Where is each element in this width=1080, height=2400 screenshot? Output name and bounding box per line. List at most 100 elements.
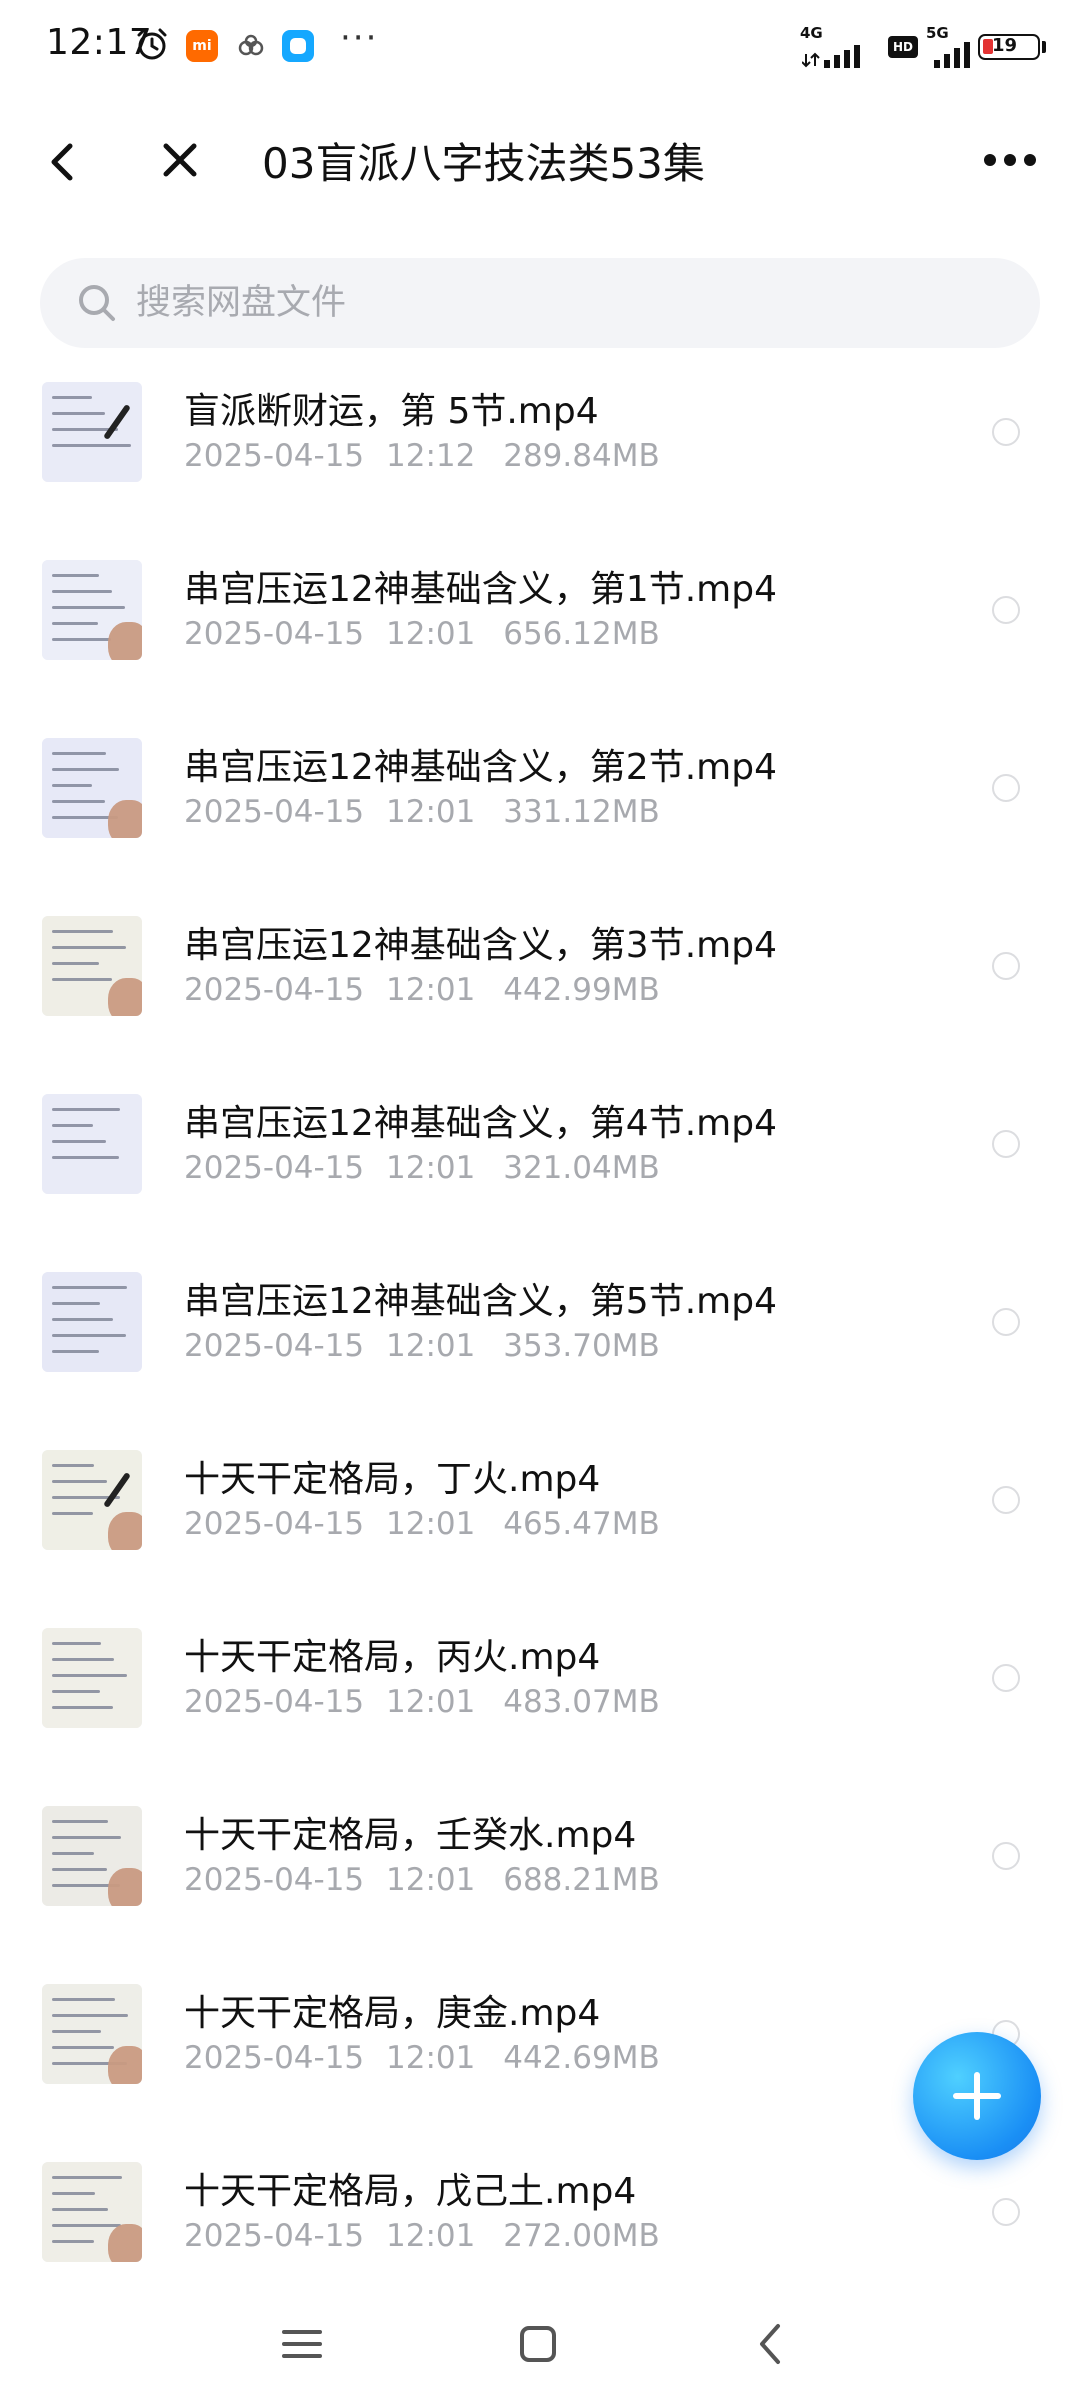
- video-thumbnail: [42, 1806, 142, 1906]
- back-chevron-icon: [760, 2324, 780, 2364]
- file-meta: 2025-04-15 12:01 656.12MB: [184, 616, 660, 652]
- menu-button[interactable]: [270, 2312, 334, 2376]
- file-size: 465.47MB: [503, 1506, 660, 1542]
- file-time: 12:01: [386, 2218, 476, 2254]
- mi-app-icon: mi: [186, 30, 218, 62]
- video-thumbnail: [42, 1094, 142, 1194]
- add-fab-button[interactable]: [913, 2032, 1041, 2160]
- file-size: 289.84MB: [503, 438, 660, 474]
- file-name: 十天干定格局，庚金.mp4: [184, 1993, 601, 2034]
- search-icon: [79, 285, 115, 321]
- close-icon: [163, 143, 197, 177]
- file-list-item[interactable]: 十天干定格局，丁火.mp4 2025-04-15 12:01 465.47MB: [0, 1438, 1080, 1616]
- file-time: 12:01: [386, 1862, 476, 1898]
- file-size: 331.12MB: [503, 794, 660, 830]
- file-size: 442.69MB: [503, 2040, 660, 2076]
- select-radio[interactable]: [992, 1308, 1020, 1336]
- file-meta: 2025-04-15 12:01 442.69MB: [184, 2040, 660, 2076]
- back-button[interactable]: [42, 134, 82, 190]
- search-bar[interactable]: [40, 258, 1040, 348]
- file-size: 353.70MB: [503, 1328, 660, 1364]
- select-radio[interactable]: [992, 774, 1020, 802]
- select-radio[interactable]: [992, 418, 1020, 446]
- header: 03盲派八字技法类53集: [0, 110, 1080, 210]
- file-time: 12:01: [386, 1150, 476, 1186]
- file-time: 12:01: [386, 616, 476, 652]
- file-time: 12:01: [386, 2040, 476, 2076]
- video-thumbnail: [42, 916, 142, 1016]
- status-indicators: 4G HD 5G 19: [800, 22, 1060, 70]
- select-radio[interactable]: [992, 1486, 1020, 1514]
- file-date: 2025-04-15: [184, 616, 365, 652]
- select-radio[interactable]: [992, 596, 1020, 624]
- video-thumbnail: [42, 1272, 142, 1372]
- file-date: 2025-04-15: [184, 438, 365, 474]
- search-input[interactable]: [136, 258, 996, 348]
- file-meta: 2025-04-15 12:01 272.00MB: [184, 2218, 660, 2254]
- file-list-item[interactable]: 十天干定格局，丙火.mp4 2025-04-15 12:01 483.07MB: [0, 1616, 1080, 1794]
- cloud-app-icon: [238, 34, 264, 56]
- system-back-button[interactable]: [740, 2312, 804, 2376]
- file-size: 321.04MB: [503, 1150, 660, 1186]
- file-date: 2025-04-15: [184, 794, 365, 830]
- video-thumbnail: [42, 1984, 142, 2084]
- select-radio[interactable]: [992, 952, 1020, 980]
- file-list-item[interactable]: 串宫压运12神基础含义，第5节.mp4 2025-04-15 12:01 353…: [0, 1260, 1080, 1438]
- select-radio[interactable]: [992, 1130, 1020, 1158]
- file-size: 688.21MB: [503, 1862, 660, 1898]
- home-button[interactable]: [506, 2312, 570, 2376]
- file-meta: 2025-04-15 12:01 353.70MB: [184, 1328, 660, 1364]
- file-list-item[interactable]: 十天干定格局，壬癸水.mp4 2025-04-15 12:01 688.21MB: [0, 1794, 1080, 1972]
- file-size: 272.00MB: [503, 2218, 660, 2254]
- hd-badge: HD: [888, 36, 918, 58]
- video-thumbnail: [42, 1450, 142, 1550]
- file-time: 12:01: [386, 1684, 476, 1720]
- close-button[interactable]: [156, 136, 204, 184]
- file-name: 串宫压运12神基础含义，第4节.mp4: [184, 1103, 777, 1144]
- file-time: 12:01: [386, 794, 476, 830]
- select-radio[interactable]: [992, 1664, 1020, 1692]
- video-thumbnail: [42, 560, 142, 660]
- video-thumbnail: [42, 1628, 142, 1728]
- file-list-item[interactable]: 串宫压运12神基础含义，第4节.mp4 2025-04-15 12:01 321…: [0, 1082, 1080, 1260]
- navigation-bar: [0, 2290, 1080, 2400]
- select-radio[interactable]: [992, 1842, 1020, 1870]
- file-date: 2025-04-15: [184, 1150, 365, 1186]
- signal-icon: [802, 45, 860, 68]
- select-radio[interactable]: [992, 2198, 1020, 2226]
- file-time: 12:01: [386, 1506, 476, 1542]
- file-meta: 2025-04-15 12:01 331.12MB: [184, 794, 660, 830]
- file-name: 串宫压运12神基础含义，第5节.mp4: [184, 1281, 777, 1322]
- video-thumbnail: [42, 382, 142, 482]
- file-name: 十天干定格局，丙火.mp4: [184, 1637, 601, 1678]
- battery-icon: 19: [978, 34, 1040, 60]
- file-time: 12:01: [386, 1328, 476, 1364]
- file-size: 656.12MB: [503, 616, 660, 652]
- file-date: 2025-04-15: [184, 2040, 365, 2076]
- file-date: 2025-04-15: [184, 1328, 365, 1364]
- file-date: 2025-04-15: [184, 1862, 365, 1898]
- file-meta: 2025-04-15 12:01 321.04MB: [184, 1150, 660, 1186]
- file-list-item[interactable]: 串宫压运12神基础含义，第1节.mp4 2025-04-15 12:01 656…: [0, 548, 1080, 726]
- file-list-item[interactable]: 串宫压运12神基础含义，第2节.mp4 2025-04-15 12:01 331…: [0, 726, 1080, 904]
- blue-app-icon: [282, 30, 314, 62]
- battery-tip: [1042, 41, 1046, 53]
- file-list-item[interactable]: 十天干定格局，庚金.mp4 2025-04-15 12:01 442.69MB: [0, 1972, 1080, 2150]
- alarm-icon: [137, 28, 167, 60]
- more-button[interactable]: [980, 138, 1040, 182]
- home-square-icon: [520, 2326, 556, 2362]
- file-meta: 2025-04-15 12:01 483.07MB: [184, 1684, 660, 1720]
- file-size: 483.07MB: [503, 1684, 660, 1720]
- more-dots-icon: ···: [340, 18, 379, 58]
- file-name: 串宫压运12神基础含义，第1节.mp4: [184, 569, 777, 610]
- file-date: 2025-04-15: [184, 2218, 365, 2254]
- file-date: 2025-04-15: [184, 1506, 365, 1542]
- file-meta: 2025-04-15 12:01 442.99MB: [184, 972, 660, 1008]
- file-list-item[interactable]: 盲派断财运，第 5节.mp4 2025-04-15 12:12 289.84MB: [0, 370, 1080, 548]
- file-meta: 2025-04-15 12:12 289.84MB: [184, 438, 660, 474]
- file-size: 442.99MB: [503, 972, 660, 1008]
- file-list-item[interactable]: 串宫压运12神基础含义，第3节.mp4 2025-04-15 12:01 442…: [0, 904, 1080, 1082]
- signal-icon-2: [934, 42, 970, 68]
- file-list: 盲派断财运，第 5节.mp4 2025-04-15 12:12 289.84MB…: [0, 370, 1080, 2328]
- more-horizontal-icon: [984, 154, 1036, 166]
